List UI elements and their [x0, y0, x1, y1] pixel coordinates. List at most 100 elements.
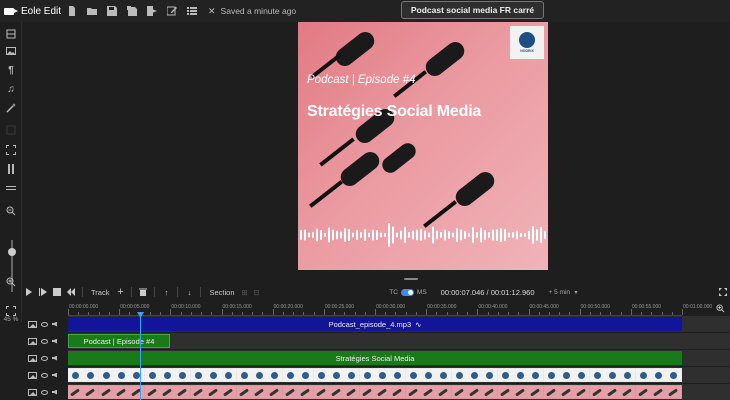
- waveform-bar: [468, 233, 470, 237]
- music-icon[interactable]: ♫: [5, 83, 17, 95]
- speaker-icon[interactable]: [52, 372, 57, 378]
- open-folder-icon[interactable]: [86, 5, 98, 17]
- eye-icon[interactable]: [41, 372, 48, 378]
- clip-thumbnail: [221, 369, 237, 381]
- zoom-slider-thumb[interactable]: [8, 248, 16, 256]
- thumbnail-mark: [578, 372, 586, 379]
- playhead[interactable]: [140, 312, 141, 400]
- separator-icon[interactable]: [5, 182, 17, 194]
- section-add-icon[interactable]: ⊞: [239, 285, 251, 299]
- play-section-icon[interactable]: [36, 285, 50, 299]
- blank-tool-icon[interactable]: [5, 124, 17, 136]
- clip-thumbnail: [236, 369, 252, 381]
- thumbnail-mark: [609, 372, 617, 379]
- delete-icon[interactable]: [136, 285, 150, 299]
- image-clip-background[interactable]: [68, 385, 682, 399]
- paragraph-icon[interactable]: ¶: [5, 64, 17, 76]
- move-down-icon[interactable]: ↓: [182, 285, 196, 299]
- clip-thumbnail: [436, 369, 452, 381]
- section-remove-icon[interactable]: ⊟: [251, 285, 263, 299]
- ruler-minor-tick: [190, 312, 192, 315]
- section-label: Section: [209, 287, 235, 297]
- timeline-ruler[interactable]: 00:00:00.000 00:00:05.000 00:00:10.000 00:0…: [68, 302, 712, 316]
- clip-thumbnail: [390, 386, 406, 398]
- ruler-label: 00:00:00.000: [69, 304, 99, 310]
- edit-icon[interactable]: [166, 5, 178, 17]
- thumbnail-mark: [271, 372, 279, 379]
- eye-icon[interactable]: [41, 338, 48, 344]
- clip-thumbnail: [328, 369, 344, 381]
- waveform-bar: [504, 229, 506, 241]
- image-icon[interactable]: [5, 45, 17, 57]
- waveform-bar: [432, 226, 434, 244]
- zoom-in-icon[interactable]: [5, 276, 17, 288]
- ruler-minor-tick: [160, 312, 162, 315]
- move-up-icon[interactable]: ↑: [159, 285, 173, 299]
- timecode-display: 00:00:07.046 / 00:01:12.960: [440, 287, 535, 297]
- thumbnail-mark: [332, 372, 340, 379]
- thumbnail-mark: [269, 388, 280, 397]
- fullscreen-icon[interactable]: [5, 144, 17, 156]
- fit-icon[interactable]: [5, 305, 17, 317]
- ruler-minor-tick: [201, 312, 203, 315]
- clip-thumbnail: [528, 369, 544, 381]
- list-icon[interactable]: [186, 5, 198, 17]
- tc-ms-toggle[interactable]: [400, 288, 414, 296]
- rewind-icon[interactable]: [64, 285, 78, 299]
- waveform-bar: [372, 229, 374, 241]
- expand-icon[interactable]: [716, 285, 730, 299]
- stop-icon[interactable]: [50, 285, 64, 299]
- resize-handle[interactable]: [404, 278, 418, 280]
- export-icon[interactable]: [146, 5, 158, 17]
- speaker-icon[interactable]: [52, 321, 57, 327]
- thumbnail-mark: [164, 372, 172, 379]
- chevron-down-icon[interactable]: ▾: [570, 285, 582, 299]
- new-file-icon[interactable]: [66, 5, 78, 17]
- ruler-label: 00:00:20.000: [273, 304, 303, 310]
- eye-icon[interactable]: [41, 355, 48, 361]
- thumbnail-mark: [653, 388, 664, 397]
- thumbnail-mark: [484, 388, 495, 397]
- thumbnail-mark: [486, 372, 494, 379]
- waveform-bar: [452, 232, 454, 238]
- ruler-minor-tick: [282, 312, 284, 315]
- thumbnail-mark: [102, 372, 110, 379]
- thumbnail-mark: [208, 388, 219, 397]
- audio-clip[interactable]: Podcast_episode_4.mp3 ∿: [68, 317, 682, 331]
- image-icon: [28, 320, 37, 328]
- ruler-label: 00:00:30.000: [376, 304, 406, 310]
- ruler-label: 00:00:45.000: [529, 304, 559, 310]
- speaker-icon[interactable]: [52, 355, 57, 361]
- speaker-icon[interactable]: [52, 389, 57, 395]
- save-as-icon[interactable]: [126, 5, 138, 17]
- eye-icon[interactable]: [41, 389, 48, 395]
- preview-canvas[interactable]: NODRIX Podcast | Episode #4 Stratégies S…: [298, 22, 548, 270]
- ruler-minor-tick: [641, 312, 643, 315]
- layers-icon[interactable]: [5, 28, 17, 40]
- text-clip-title[interactable]: Stratégies Social Media: [68, 351, 682, 365]
- eye-icon[interactable]: [41, 321, 48, 327]
- waveform-bar: [440, 232, 442, 238]
- clip-thumbnail: [267, 369, 283, 381]
- thumbnail-mark: [194, 372, 202, 379]
- image-clip-logo[interactable]: [68, 368, 682, 382]
- ruler-minor-tick: [241, 312, 243, 315]
- ruler-minor-tick: [620, 312, 622, 315]
- timeline-zoom-select[interactable]: + 5 min: [549, 285, 571, 299]
- play-icon[interactable]: [22, 285, 36, 299]
- timeline-zoom-in-icon[interactable]: [714, 302, 726, 314]
- add-track-button[interactable]: +: [113, 285, 127, 299]
- magic-wand-icon[interactable]: [5, 102, 17, 114]
- app-brand: Eole Edit: [0, 6, 62, 17]
- episode-label[interactable]: Podcast | Episode #4: [307, 74, 415, 86]
- main-title[interactable]: Stratégies Social Media: [307, 103, 481, 121]
- split-icon[interactable]: [5, 163, 17, 175]
- clip-thumbnail: [298, 386, 314, 398]
- save-icon[interactable]: [106, 5, 118, 17]
- zoom-out-icon[interactable]: [5, 205, 17, 217]
- text-clip-episode[interactable]: Podcast | Episode #4: [68, 334, 170, 348]
- thumbnail-mark: [192, 388, 203, 397]
- waveform-bar: [364, 229, 366, 241]
- speaker-icon[interactable]: [52, 338, 57, 344]
- project-title-button[interactable]: Podcast social media FR carré: [401, 1, 544, 19]
